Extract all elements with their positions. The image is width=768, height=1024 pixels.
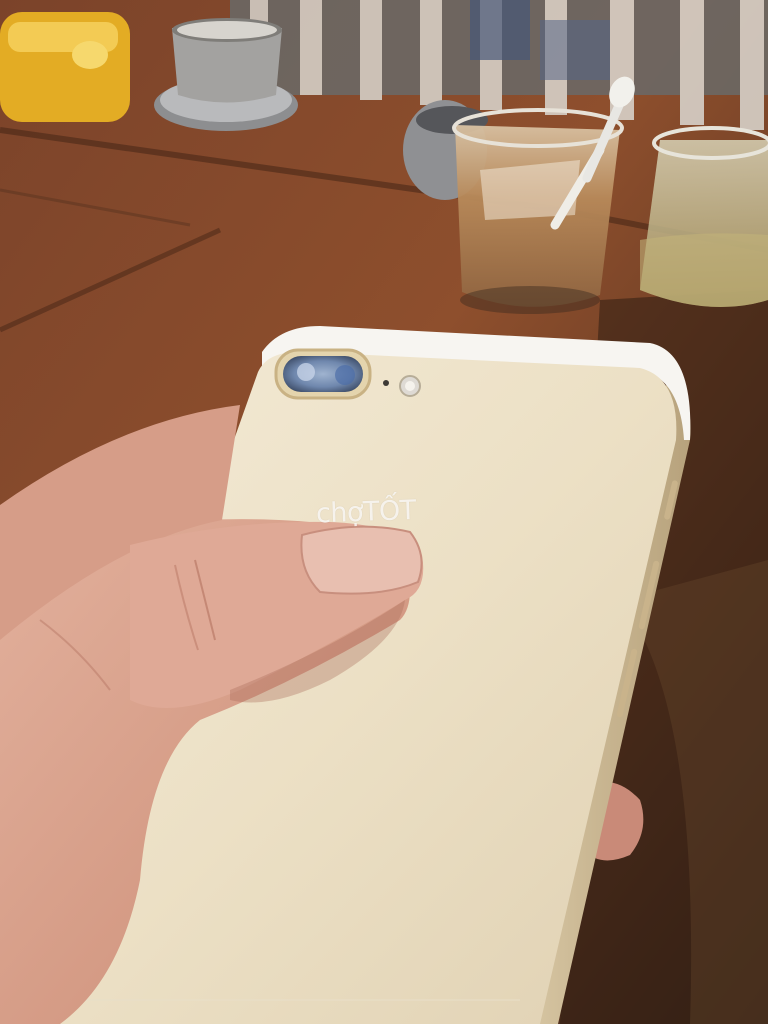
photo-scene: chợTỐT [0,0,768,1024]
dual-camera-lens [274,348,372,400]
microphone-dot [383,380,389,386]
yellow-ashtray [0,12,130,122]
watermark-logo: chợTỐT [315,494,417,530]
tea-glass [640,126,768,308]
